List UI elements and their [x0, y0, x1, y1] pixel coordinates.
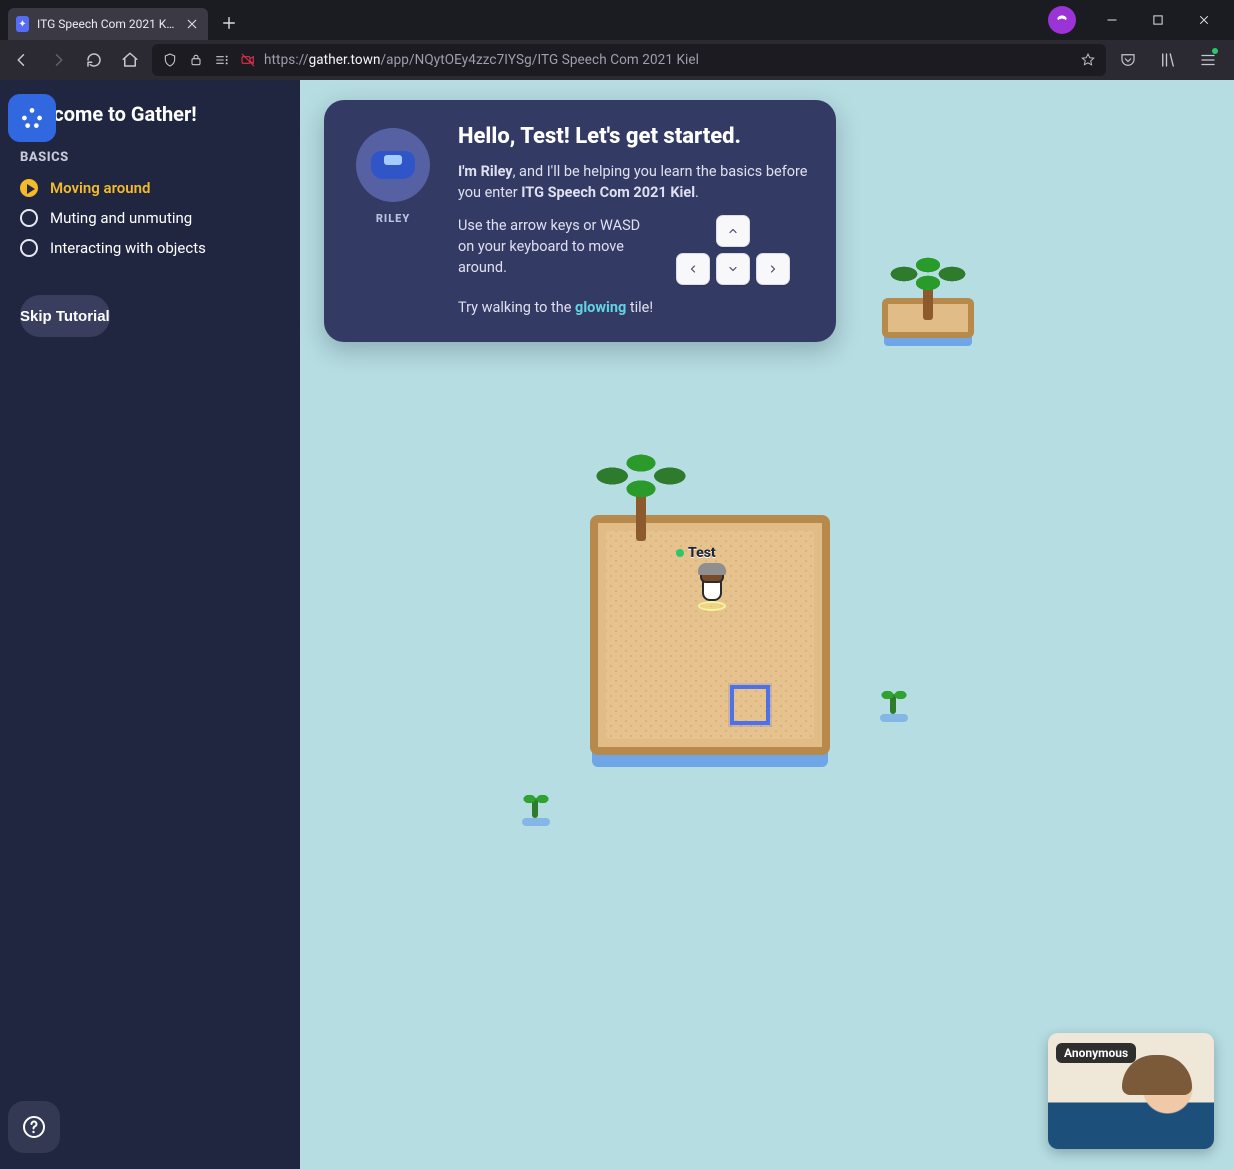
presence-dot-icon	[676, 549, 684, 557]
help-button[interactable]	[8, 1101, 60, 1153]
palm-tree-icon	[923, 280, 933, 320]
arrow-up-key[interactable]	[716, 215, 750, 247]
url-text: https://gather.town/app/NQytOEy4zzc7IYSg…	[264, 52, 699, 68]
circle-icon	[20, 209, 38, 227]
sidebar-item-interacting[interactable]: Interacting with objects	[20, 239, 280, 257]
forward-button[interactable]	[44, 46, 72, 74]
new-tab-button[interactable]	[214, 8, 244, 38]
player-name-label: Test	[676, 545, 716, 561]
private-browsing-icon	[1048, 6, 1076, 34]
riley-avatar	[356, 128, 430, 202]
close-tab-button[interactable]	[185, 16, 198, 32]
lock-icon[interactable]	[188, 52, 204, 68]
arrow-right-key[interactable]	[756, 253, 790, 285]
window-titlebar: ✦ ITG Speech Com 2021 Kiel | Gath	[0, 0, 1234, 40]
arrow-keypad	[676, 215, 790, 285]
tutorial-sidebar: Welcome to Gather! BASICS Moving around …	[0, 80, 300, 1169]
bookmark-star-button[interactable]	[1080, 52, 1096, 68]
sidebar-item-moving-around[interactable]: Moving around	[20, 179, 280, 197]
play-icon	[20, 179, 38, 197]
arrow-down-key[interactable]	[716, 253, 750, 285]
decor-plant	[520, 790, 552, 822]
basics-label: BASICS	[20, 150, 280, 165]
sidebar-item-muting[interactable]: Muting and unmuting	[20, 209, 280, 227]
glowing-tile[interactable]	[730, 685, 770, 725]
arrow-left-key[interactable]	[676, 253, 710, 285]
palm-tree-icon	[636, 487, 646, 541]
circle-icon	[20, 239, 38, 257]
tutorial-walk-line: Try walking to the glowing tile!	[458, 297, 812, 318]
shield-icon[interactable]	[162, 52, 178, 68]
address-bar[interactable]: https://gather.town/app/NQytOEy4zzc7IYSg…	[152, 44, 1106, 76]
game-canvas[interactable]: RILEY Hello, Test! Let's get started. I'…	[300, 80, 1234, 1169]
avatar-name: RILEY	[376, 212, 410, 225]
tab-favicon: ✦	[16, 16, 29, 32]
reload-button[interactable]	[80, 46, 108, 74]
sidebar-item-label: Muting and unmuting	[50, 209, 192, 227]
browser-navbar: https://gather.town/app/NQytOEy4zzc7IYSg…	[0, 40, 1234, 80]
player-avatar[interactable]	[694, 565, 730, 609]
save-to-pocket-button[interactable]	[1114, 46, 1142, 74]
tutorial-card: RILEY Hello, Test! Let's get started. I'…	[324, 100, 836, 342]
app-menu-button[interactable]	[1194, 46, 1222, 74]
welcome-heading: Welcome to Gather!	[20, 102, 280, 126]
sidebar-item-label: Moving around	[50, 179, 151, 197]
video-label: Anonymous	[1056, 1043, 1136, 1063]
library-button[interactable]	[1154, 46, 1182, 74]
tutorial-heading: Hello, Test! Let's get started.	[458, 124, 812, 149]
gather-logo	[8, 94, 56, 142]
tutorial-move-hint: Use the arrow keys or WASD on your keybo…	[458, 215, 658, 278]
decor-small-island	[882, 274, 974, 338]
skip-tutorial-button[interactable]: Skip Tutorial	[20, 295, 110, 337]
tab-title: ITG Speech Com 2021 Kiel | Gath	[37, 17, 177, 31]
window-maximize-button[interactable]	[1136, 0, 1180, 40]
tutorial-intro: I'm Riley, and I'll be helping you learn…	[458, 161, 812, 203]
permissions-icon[interactable]	[214, 52, 230, 68]
window-close-button[interactable]	[1182, 0, 1226, 40]
back-button[interactable]	[8, 46, 36, 74]
window-minimize-button[interactable]	[1090, 0, 1134, 40]
home-button[interactable]	[116, 46, 144, 74]
browser-tab[interactable]: ✦ ITG Speech Com 2021 Kiel | Gath	[8, 8, 208, 40]
self-video-tile[interactable]: Anonymous	[1048, 1033, 1214, 1149]
camera-blocked-icon[interactable]	[240, 52, 256, 68]
decor-plant	[878, 686, 910, 718]
sidebar-item-label: Interacting with objects	[50, 239, 206, 257]
main-island: Test	[590, 515, 830, 755]
